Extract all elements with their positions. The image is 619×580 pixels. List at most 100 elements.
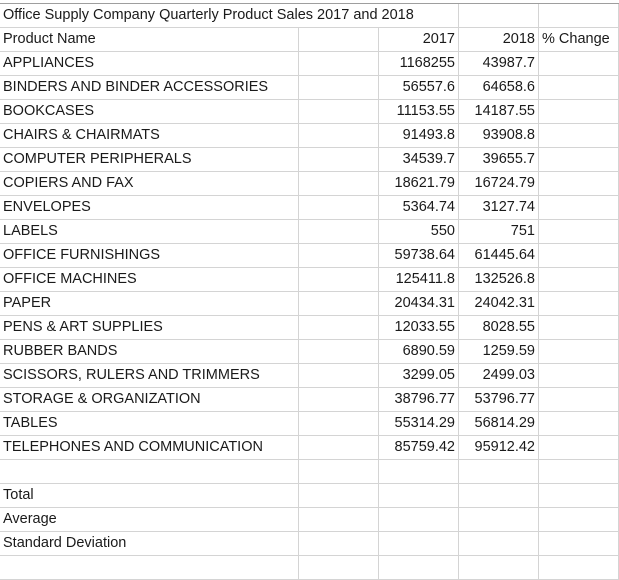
sales-2017-cell[interactable]: 38796.77 [379, 388, 459, 411]
product-name-cell[interactable]: TABLES [0, 412, 299, 435]
percent-change-cell[interactable] [539, 412, 619, 435]
product-name-cell[interactable]: ENVELOPES [0, 196, 299, 219]
percent-change-cell[interactable] [539, 196, 619, 219]
empty-cell[interactable] [299, 460, 379, 483]
empty-cell[interactable] [0, 460, 299, 483]
sales-2017-cell[interactable]: 11153.55 [379, 100, 459, 123]
empty-cell[interactable] [459, 460, 539, 483]
total-2018-cell[interactable] [459, 484, 539, 507]
sales-2018-cell[interactable]: 8028.55 [459, 316, 539, 339]
sales-2018-cell[interactable]: 39655.7 [459, 148, 539, 171]
empty-cell[interactable] [299, 52, 379, 75]
std-dev-change-cell[interactable] [539, 532, 619, 555]
product-name-cell[interactable]: BOOKCASES [0, 100, 299, 123]
average-label[interactable]: Average [0, 508, 299, 531]
percent-change-cell[interactable] [539, 388, 619, 411]
empty-cell[interactable] [299, 196, 379, 219]
empty-cell[interactable] [299, 172, 379, 195]
std-dev-2018-cell[interactable] [459, 532, 539, 555]
percent-change-cell[interactable] [539, 268, 619, 291]
empty-cell[interactable] [299, 28, 379, 51]
product-name-cell[interactable]: APPLIANCES [0, 52, 299, 75]
percent-change-cell[interactable] [539, 292, 619, 315]
header-product-name[interactable]: Product Name [0, 28, 299, 51]
sales-2017-cell[interactable]: 85759.42 [379, 436, 459, 459]
product-name-cell[interactable]: RUBBER BANDS [0, 340, 299, 363]
empty-cell[interactable] [299, 220, 379, 243]
std-dev-2017-cell[interactable] [379, 532, 459, 555]
product-name-cell[interactable]: TELEPHONES AND COMMUNICATION [0, 436, 299, 459]
product-name-cell[interactable]: PAPER [0, 292, 299, 315]
percent-change-cell[interactable] [539, 76, 619, 99]
percent-change-cell[interactable] [539, 316, 619, 339]
sales-2018-cell[interactable]: 1259.59 [459, 340, 539, 363]
std-dev-label[interactable]: Standard Deviation [0, 532, 299, 555]
empty-cell[interactable] [299, 556, 379, 579]
product-name-cell[interactable]: BINDERS AND BINDER ACCESSORIES [0, 76, 299, 99]
product-name-cell[interactable]: COMPUTER PERIPHERALS [0, 148, 299, 171]
empty-cell[interactable] [379, 556, 459, 579]
sales-2018-cell[interactable]: 53796.77 [459, 388, 539, 411]
product-name-cell[interactable]: SCISSORS, RULERS AND TRIMMERS [0, 364, 299, 387]
product-name-cell[interactable]: CHAIRS & CHAIRMATS [0, 124, 299, 147]
sales-2018-cell[interactable]: 93908.8 [459, 124, 539, 147]
average-change-cell[interactable] [539, 508, 619, 531]
empty-cell[interactable] [299, 364, 379, 387]
sales-2017-cell[interactable]: 18621.79 [379, 172, 459, 195]
empty-cell[interactable] [299, 100, 379, 123]
sales-2017-cell[interactable]: 5364.74 [379, 196, 459, 219]
empty-cell[interactable] [299, 388, 379, 411]
empty-cell[interactable] [299, 316, 379, 339]
empty-cell[interactable] [299, 484, 379, 507]
percent-change-cell[interactable] [539, 124, 619, 147]
sales-2017-cell[interactable]: 56557.6 [379, 76, 459, 99]
header-2017[interactable]: 2017 [379, 28, 459, 51]
sales-2018-cell[interactable]: 16724.79 [459, 172, 539, 195]
product-name-cell[interactable]: COPIERS AND FAX [0, 172, 299, 195]
sales-2018-cell[interactable]: 56814.29 [459, 412, 539, 435]
percent-change-cell[interactable] [539, 52, 619, 75]
empty-cell[interactable] [539, 460, 619, 483]
empty-cell[interactable] [459, 4, 539, 27]
sales-2017-cell[interactable]: 3299.05 [379, 364, 459, 387]
product-name-cell[interactable]: PENS & ART SUPPLIES [0, 316, 299, 339]
sales-2017-cell[interactable]: 91493.8 [379, 124, 459, 147]
average-2017-cell[interactable] [379, 508, 459, 531]
product-name-cell[interactable]: LABELS [0, 220, 299, 243]
percent-change-cell[interactable] [539, 148, 619, 171]
sales-2018-cell[interactable]: 43987.7 [459, 52, 539, 75]
sales-2018-cell[interactable]: 61445.64 [459, 244, 539, 267]
sheet-title-cell[interactable]: Office Supply Company Quarterly Product … [0, 4, 414, 27]
sales-2017-cell[interactable]: 34539.7 [379, 148, 459, 171]
sales-2018-cell[interactable]: 2499.03 [459, 364, 539, 387]
total-2017-cell[interactable] [379, 484, 459, 507]
percent-change-cell[interactable] [539, 220, 619, 243]
percent-change-cell[interactable] [539, 172, 619, 195]
header-2018[interactable]: 2018 [459, 28, 539, 51]
empty-cell[interactable] [459, 556, 539, 579]
sales-2017-cell[interactable]: 20434.31 [379, 292, 459, 315]
empty-cell[interactable] [299, 340, 379, 363]
product-name-cell[interactable]: STORAGE & ORGANIZATION [0, 388, 299, 411]
sales-2018-cell[interactable]: 24042.31 [459, 292, 539, 315]
empty-cell[interactable] [299, 436, 379, 459]
empty-cell[interactable] [299, 412, 379, 435]
sales-2018-cell[interactable]: 14187.55 [459, 100, 539, 123]
product-name-cell[interactable]: OFFICE FURNISHINGS [0, 244, 299, 267]
empty-cell[interactable] [299, 532, 379, 555]
sales-2017-cell[interactable]: 550 [379, 220, 459, 243]
empty-cell[interactable] [379, 460, 459, 483]
percent-change-cell[interactable] [539, 244, 619, 267]
percent-change-cell[interactable] [539, 100, 619, 123]
sales-2018-cell[interactable]: 132526.8 [459, 268, 539, 291]
sales-2017-cell[interactable]: 1168255 [379, 52, 459, 75]
sales-2017-cell[interactable]: 125411.8 [379, 268, 459, 291]
empty-cell[interactable] [539, 4, 619, 27]
sales-2018-cell[interactable]: 95912.42 [459, 436, 539, 459]
empty-cell[interactable] [299, 124, 379, 147]
sales-2018-cell[interactable]: 64658.6 [459, 76, 539, 99]
sales-2017-cell[interactable]: 59738.64 [379, 244, 459, 267]
percent-change-cell[interactable] [539, 436, 619, 459]
empty-cell[interactable] [299, 268, 379, 291]
sales-2017-cell[interactable]: 12033.55 [379, 316, 459, 339]
